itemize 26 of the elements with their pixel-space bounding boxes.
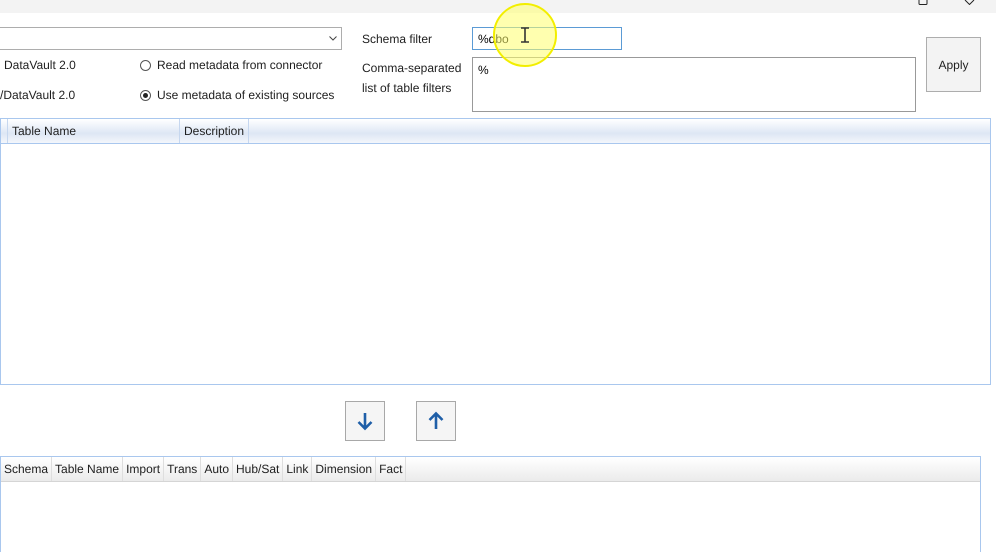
- column-header[interactable]: Description: [180, 119, 250, 143]
- text-cursor-icon: [520, 27, 530, 43]
- move-up-button[interactable]: [416, 401, 456, 441]
- maximize-icon[interactable]: [918, 0, 928, 5]
- column-header[interactable]: Fact: [376, 457, 406, 481]
- up-arrow-icon: [426, 411, 446, 431]
- radio-button[interactable]: Read metadata from connector: [140, 58, 322, 72]
- option-label: /DataVault 2.0: [0, 88, 76, 102]
- column-header[interactable]: Import: [123, 457, 164, 481]
- column-header[interactable]: Trans: [164, 457, 202, 481]
- table-filter-field[interactable]: %: [472, 57, 916, 112]
- column-header[interactable]: Hub/Sat: [233, 457, 284, 481]
- column-header[interactable]: Link: [283, 457, 312, 481]
- down-arrow-icon: [355, 411, 375, 431]
- caret-icon: [329, 36, 337, 41]
- field-label: Schema filter: [362, 31, 434, 48]
- column-header[interactable]: Auto: [201, 457, 233, 481]
- column-header[interactable]: Table Name: [7, 119, 180, 143]
- move-down-button[interactable]: [345, 401, 385, 441]
- field-label: Comma-separated list of table filters: [362, 60, 462, 97]
- radio-button[interactable]: Use metadata of existing sources: [140, 88, 334, 102]
- option-label: DataVault 2.0: [3, 58, 77, 72]
- column-header[interactable]: Dimension: [312, 457, 376, 481]
- apply-button[interactable]: Apply: [926, 37, 981, 92]
- column-header[interactable]: Schema: [1, 457, 52, 481]
- column-header[interactable]: Table Name: [52, 457, 124, 481]
